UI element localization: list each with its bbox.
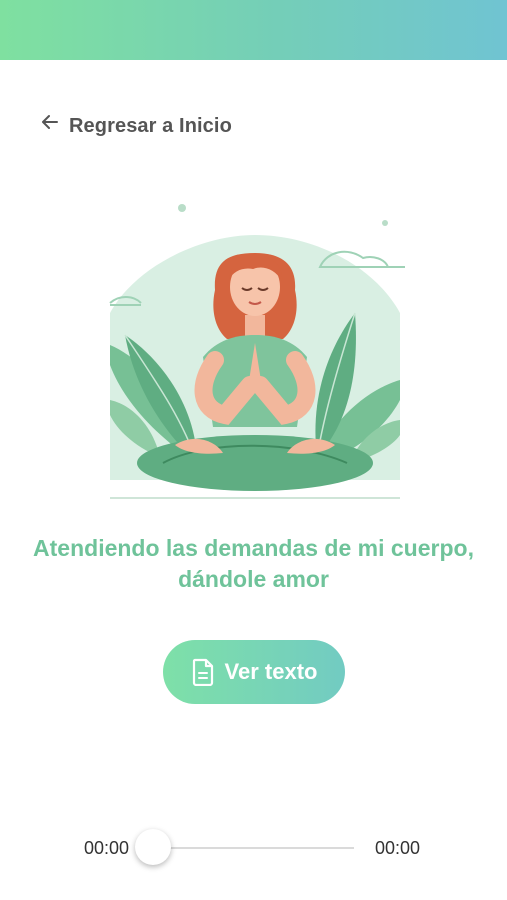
meditating-woman-illustration: [109, 204, 405, 499]
arrow-left-icon: [42, 115, 58, 129]
total-time: 00:00: [375, 838, 421, 858]
session-title: Atendiendo las demandas de mi cuerpo, dá…: [33, 535, 474, 592]
document-icon: [192, 658, 213, 686]
back-to-home-link[interactable]: Regresar a Inicio: [40, 110, 232, 142]
view-text-label: Ver texto: [224, 659, 318, 684]
view-text-button[interactable]: Ver texto: [163, 640, 345, 704]
seek-track[interactable]: [154, 847, 354, 849]
seek-thumb[interactable]: [135, 829, 171, 865]
back-link-label: Regresar a Inicio: [69, 114, 232, 137]
top-gradient-bar: [0, 0, 507, 60]
current-time: 00:00: [84, 838, 130, 858]
